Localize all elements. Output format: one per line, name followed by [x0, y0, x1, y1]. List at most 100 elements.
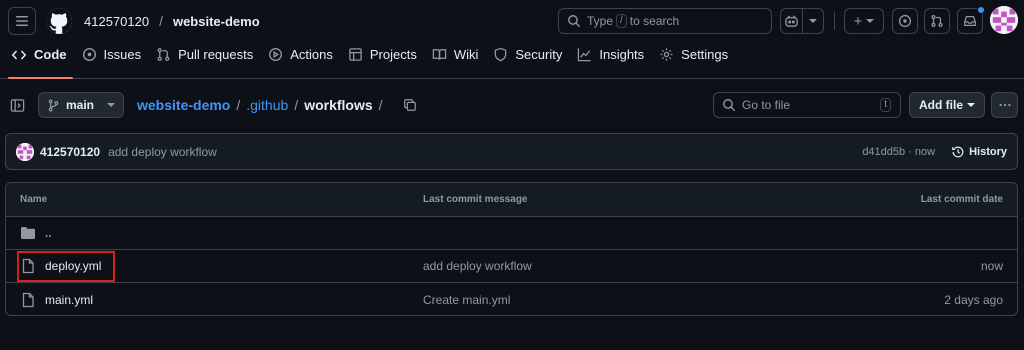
history-icon — [952, 146, 964, 157]
tab-wiki[interactable]: Wiki — [429, 41, 489, 78]
commit-author[interactable]: 412570120 — [40, 145, 100, 159]
github-logo[interactable] — [46, 8, 72, 34]
git-pull-request-icon — [156, 47, 171, 62]
play-icon — [268, 47, 283, 62]
triangle-down-icon — [866, 19, 875, 23]
table-header: Name Last commit message Last commit dat… — [6, 183, 1017, 217]
global-header: 412570120 / website-demo Type / to searc… — [0, 0, 1024, 42]
triangle-down-icon — [808, 19, 817, 23]
repo-link[interactable]: website-demo — [173, 14, 260, 29]
tab-code[interactable]: Code — [8, 41, 77, 79]
copilot-button-group[interactable] — [780, 8, 824, 34]
plus-icon: + — [853, 12, 863, 30]
tab-actions[interactable]: Actions — [265, 41, 343, 78]
hamburger-icon — [16, 16, 28, 26]
history-label: History — [969, 145, 1007, 158]
path-repo-link[interactable]: website-demo — [137, 97, 230, 113]
history-button[interactable]: History — [951, 145, 1007, 159]
github-mark-icon — [46, 8, 72, 34]
search-input[interactable]: Type / to search — [558, 8, 772, 34]
path-separator: / — [236, 97, 241, 113]
file-link-main[interactable]: main.yml — [20, 292, 93, 308]
tab-projects[interactable]: Projects — [345, 41, 427, 78]
tab-label: Issues — [103, 47, 142, 62]
owner-link[interactable]: 412570120 — [84, 14, 149, 29]
copy-icon — [403, 99, 416, 111]
identicon-icon — [16, 142, 34, 161]
inbox-icon — [964, 16, 976, 26]
path-separator: / — [294, 97, 299, 113]
copilot-button[interactable] — [781, 9, 802, 33]
inbox-button[interactable] — [957, 6, 985, 34]
file-tree-toggle[interactable] — [10, 98, 25, 116]
file-path-breadcrumb: website-demo / .github / workflows / — [137, 97, 417, 113]
git-branch-icon — [48, 99, 59, 111]
file-commit-date: 2 days ago — [944, 292, 1003, 307]
search-icon — [568, 15, 581, 28]
table-row[interactable]: main.yml Create main.yml 2 days ago — [6, 283, 1017, 315]
file-table: Name Last commit message Last commit dat… — [5, 182, 1018, 316]
search-icon — [723, 99, 736, 112]
pull-requests-button[interactable] — [924, 8, 950, 34]
tab-label: Security — [515, 47, 563, 62]
tab-label: Pull requests — [178, 47, 254, 62]
add-file-button[interactable]: Add file — [909, 92, 985, 118]
tab-security[interactable]: Security — [490, 41, 572, 78]
issue-opened-icon — [898, 14, 912, 28]
search-placeholder-suffix: to search — [629, 14, 680, 28]
tab-label: Insights — [599, 47, 645, 62]
column-header-name: Name — [20, 194, 48, 205]
branch-name: main — [66, 98, 95, 112]
create-new-button[interactable]: + — [844, 8, 884, 34]
branch-selector[interactable]: main — [38, 92, 124, 118]
parent-directory-link[interactable]: .. — [20, 225, 52, 241]
kebab-horizontal-icon — [998, 103, 1011, 107]
search-shortcut-key: / — [616, 14, 627, 28]
file-commit-message[interactable]: Create main.yml — [423, 293, 510, 307]
gear-icon — [659, 47, 674, 62]
tab-settings[interactable]: Settings — [656, 41, 738, 78]
more-options-button[interactable] — [991, 92, 1018, 118]
commit-meta: d41dd5b · now History — [862, 145, 1007, 159]
table-row[interactable]: deploy.yml add deploy workflow now — [6, 250, 1017, 283]
add-file-label: Add file — [919, 98, 963, 112]
header-divider — [834, 12, 835, 30]
tab-issues[interactable]: Issues — [79, 41, 152, 78]
user-avatar[interactable] — [990, 6, 1018, 34]
menu-button[interactable] — [8, 7, 36, 35]
go-to-file-input[interactable]: Go to file t — [713, 92, 901, 118]
path-current-folder: workflows — [304, 97, 373, 113]
commit-sha-time[interactable]: d41dd5b · now — [862, 146, 935, 158]
repo-tabs: Code Issues Pull requests Actions Projec… — [0, 42, 1024, 79]
path-github-folder-link[interactable]: .github — [246, 97, 288, 113]
file-nav-row: main website-demo / .github / workflows … — [0, 79, 1024, 131]
copy-path-button[interactable] — [403, 98, 417, 112]
breadcrumb-separator: / — [159, 13, 163, 29]
git-pull-request-icon — [931, 15, 943, 27]
tab-label: Actions — [290, 47, 333, 62]
commit-author-avatar[interactable] — [16, 142, 34, 161]
column-header-last-commit-date: Last commit date — [920, 194, 1003, 205]
tab-label: Settings — [681, 47, 729, 62]
issue-opened-icon — [82, 47, 97, 62]
commit-message[interactable]: add deploy workflow — [108, 145, 217, 159]
code-icon — [11, 47, 27, 63]
table-row-parent-directory[interactable]: .. — [6, 217, 1017, 250]
folder-icon — [21, 227, 35, 239]
copilot-icon — [785, 14, 798, 27]
tab-label: Code — [34, 47, 67, 62]
tab-label: Projects — [369, 47, 417, 62]
shield-icon — [493, 47, 508, 62]
tab-insights[interactable]: Insights — [574, 41, 654, 78]
file-icon — [22, 292, 34, 307]
file-commit-message[interactable]: add deploy workflow — [423, 259, 532, 273]
search-placeholder-prefix: Type — [587, 14, 614, 28]
issues-button[interactable] — [892, 8, 918, 34]
copilot-dropdown-button[interactable] — [801, 9, 823, 33]
file-commit-date: now — [980, 259, 1003, 273]
notification-dot — [977, 6, 985, 14]
triangle-down-icon — [107, 103, 115, 107]
annotation-highlight-box — [17, 251, 115, 282]
tab-label: Wiki — [453, 47, 479, 62]
tab-pull-requests[interactable]: Pull requests — [153, 41, 263, 78]
